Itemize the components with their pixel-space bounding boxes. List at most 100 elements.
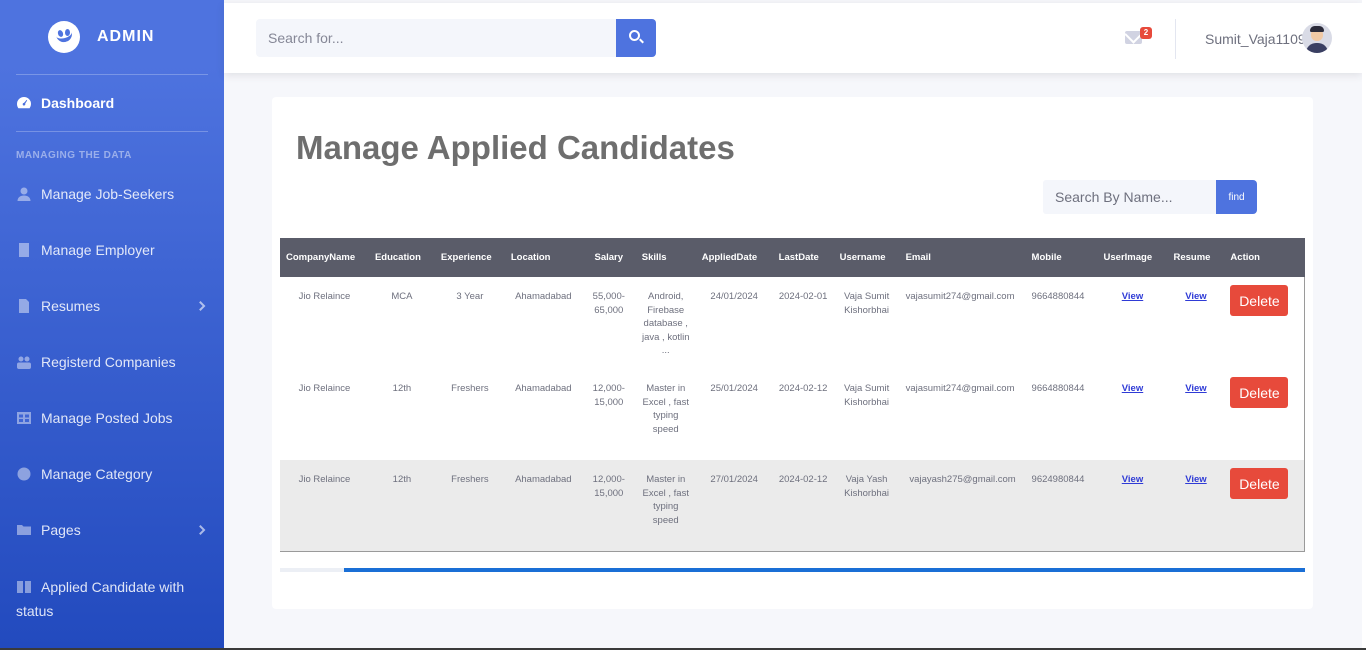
column-header: Email	[905, 252, 931, 263]
column-header: Salary	[594, 252, 624, 263]
sidebar-item-label: Resumes	[41, 298, 101, 314]
sidebar-item-job-seekers[interactable]: Manage Job-Seekers	[0, 166, 224, 222]
cell-applied-date: 25/01/2024	[710, 383, 758, 394]
delete-button[interactable]: Delete	[1230, 285, 1289, 316]
horizontal-scrollbar[interactable]	[280, 568, 1305, 572]
column-header: Resume	[1173, 252, 1211, 263]
cell-salary: 12,000-15,000	[592, 474, 625, 499]
cell-education: MCA	[391, 291, 413, 302]
topbar-search	[256, 19, 656, 57]
table-row: Jio Relaince 12th Freshers Ahamadabad 12…	[280, 460, 1305, 551]
tachometer-icon	[16, 96, 32, 110]
column-header: UserImage	[1103, 252, 1153, 263]
sidebar-item-label: Dashboard	[41, 95, 115, 111]
cell-company: Jio Relaince	[298, 291, 351, 302]
cell-email: vajayash275@gmail.com	[909, 474, 1016, 485]
sidebar-item-applied-candidates[interactable]: Applied Candidate with status	[0, 558, 224, 630]
cell-location: Ahamadabad	[515, 383, 572, 394]
sidebar-item-dashboard[interactable]: Dashboard	[0, 75, 224, 131]
globe-icon	[16, 467, 32, 481]
column-header: Action	[1230, 252, 1260, 263]
scrollbar-thumb[interactable]	[344, 568, 1305, 572]
message-count-badge: 2	[1140, 27, 1152, 39]
page-title: Manage Applied Candidates	[296, 129, 735, 166]
column-header: LastDate	[778, 252, 819, 263]
page-edge	[1362, 0, 1366, 650]
sidebar-item-registered-companies[interactable]: Registerd Companies	[0, 334, 224, 390]
cell-applied-date: 24/01/2024	[710, 291, 758, 302]
delete-button[interactable]: Delete	[1230, 377, 1289, 408]
table-row: Jio Relaince 12th Freshers Ahamadabad 12…	[280, 369, 1305, 460]
brand-name: ADMIN	[97, 28, 155, 45]
folder-icon	[16, 523, 32, 537]
sidebar-item-label: Manage Employer	[41, 242, 155, 258]
name-search-input[interactable]	[1043, 180, 1216, 214]
delete-button[interactable]: Delete	[1230, 468, 1289, 499]
search-input[interactable]	[256, 19, 616, 57]
table-icon	[16, 411, 32, 425]
cell-location: Ahamadabad	[515, 291, 572, 302]
chevron-right-icon	[195, 525, 206, 535]
search-button[interactable]	[616, 19, 656, 57]
column-header: Education	[374, 252, 421, 263]
cell-last-date: 2024-02-12	[778, 383, 828, 394]
sidebar-item-label: Pages	[41, 522, 81, 538]
sidebar: ADMIN Dashboard MANAGING THE DATA Manage…	[0, 0, 224, 650]
sidebar-item-employer[interactable]: Manage Employer	[0, 222, 224, 278]
cell-mobile: 9664880844	[1031, 291, 1085, 302]
file-icon	[16, 299, 32, 313]
cell-skills: Master in Excel , fast typing speed	[642, 383, 689, 435]
sidebar-item-category[interactable]: Manage Category	[0, 446, 224, 502]
sidebar-item-resumes[interactable]: Resumes	[0, 278, 224, 334]
cell-education: 12th	[392, 474, 412, 485]
view-resume-link[interactable]: View	[1185, 474, 1206, 485]
sidebar-item-pages[interactable]: Pages	[0, 502, 224, 558]
column-header: Username	[839, 252, 886, 263]
brand-link[interactable]: ADMIN	[0, 0, 224, 74]
cell-email: vajasumit274@gmail.com	[905, 383, 1015, 394]
laugh-wink-icon	[48, 21, 80, 53]
cell-experience: Freshers	[451, 474, 489, 485]
sidebar-item-label: Manage Category	[41, 466, 153, 482]
topbar: 2 Sumit_Vaja1109	[224, 3, 1362, 73]
column-header: CompanyName	[286, 252, 356, 263]
view-userimage-link[interactable]: View	[1122, 383, 1143, 394]
column-header: AppliedDate	[701, 252, 758, 263]
cell-username: Vaja Sumit Kishorbhai	[843, 383, 890, 408]
chevron-right-icon	[195, 301, 206, 311]
building-icon	[16, 243, 32, 257]
table-header-row: CompanyName Education Experience Locatio…	[280, 238, 1305, 277]
candidates-table: CompanyName Education Experience Locatio…	[280, 238, 1305, 552]
cell-mobile: 9624980844	[1031, 474, 1085, 485]
cell-salary: 12,000-15,000	[592, 383, 625, 408]
cell-company: Jio Relaince	[298, 383, 351, 394]
cell-education: 12th	[392, 383, 412, 394]
view-resume-link[interactable]: View	[1185, 383, 1206, 394]
view-resume-link[interactable]: View	[1185, 291, 1206, 302]
user-icon	[16, 187, 32, 201]
cell-skills: Master in Excel , fast typing speed	[642, 474, 689, 526]
cell-company: Jio Relaince	[298, 474, 351, 485]
sidebar-heading: MANAGING THE DATA	[16, 150, 132, 161]
candidates-card: Manage Applied Candidates find CompanyNa…	[272, 97, 1313, 609]
users-icon	[16, 355, 32, 369]
user-name[interactable]: Sumit_Vaja1109	[1205, 31, 1306, 47]
avatar[interactable]	[1302, 23, 1332, 53]
cell-username: Vaja Sumit Kishorbhai	[843, 291, 890, 316]
column-header: Mobile	[1031, 252, 1062, 263]
cell-username: Vaja Yash Kishorbhai	[844, 474, 890, 499]
book-icon	[16, 577, 32, 593]
cell-last-date: 2024-02-12	[778, 474, 828, 485]
view-userimage-link[interactable]: View	[1122, 291, 1143, 302]
name-search: find	[1043, 180, 1257, 214]
cell-applied-date: 27/01/2024	[710, 474, 758, 485]
cell-experience: 3 Year	[456, 291, 484, 302]
cell-salary: 55,000-65,000	[592, 291, 625, 316]
column-header: Location	[510, 252, 551, 263]
find-button[interactable]: find	[1216, 180, 1257, 214]
sidebar-item-label: Manage Job-Seekers	[41, 186, 175, 202]
table-row: Jio Relaince MCA 3 Year Ahamadabad 55,00…	[280, 277, 1305, 369]
column-header: Skills	[641, 252, 667, 263]
view-userimage-link[interactable]: View	[1122, 474, 1143, 485]
sidebar-item-posted-jobs[interactable]: Manage Posted Jobs	[0, 390, 224, 446]
